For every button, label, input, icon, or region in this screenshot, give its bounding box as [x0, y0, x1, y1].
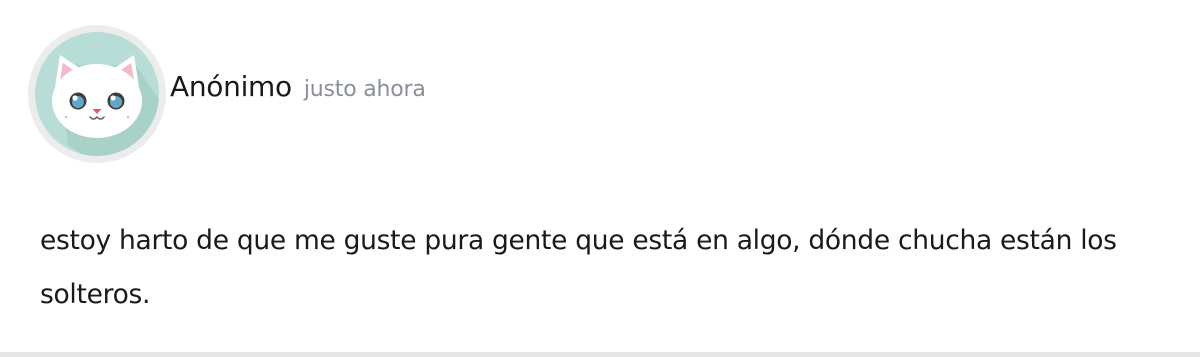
anonymous-post-card: Anónimo justo ahora estoy harto de que m… — [0, 0, 1200, 357]
post-header: Anónimo justo ahora — [170, 70, 426, 103]
post-text: estoy harto de que me guste pura gente q… — [40, 225, 1117, 310]
avatar[interactable] — [28, 25, 166, 163]
cat-icon — [28, 25, 166, 163]
divider — [0, 352, 1200, 357]
post-timestamp: justo ahora — [303, 77, 426, 102]
author-name[interactable]: Anónimo — [170, 70, 292, 103]
